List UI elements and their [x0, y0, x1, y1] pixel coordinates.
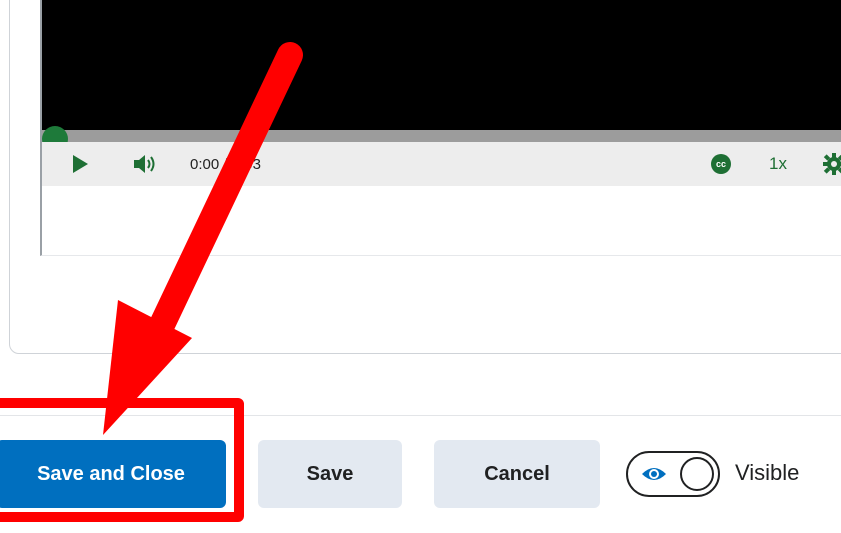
gear-icon[interactable]	[822, 152, 841, 176]
visibility-label: Visible	[735, 460, 800, 485]
save-and-close-button[interactable]: Save and Close	[0, 440, 226, 508]
volume-icon[interactable]	[132, 152, 158, 176]
play-icon[interactable]	[70, 154, 90, 174]
duration: 0:03	[231, 156, 261, 173]
page: 0:00 / 0:03 cc 1x Save and Close Save Ca…	[0, 0, 841, 533]
cancel-button[interactable]: Cancel	[434, 440, 600, 508]
player-controls: 0:00 / 0:03 cc 1x	[42, 142, 841, 186]
progress-bar[interactable]	[42, 130, 841, 142]
save-button[interactable]: Save	[258, 440, 402, 508]
video-area[interactable]	[42, 0, 841, 130]
closed-captions-icon[interactable]: cc	[711, 154, 731, 174]
time-separator: /	[219, 156, 232, 173]
action-bar-divider	[0, 415, 841, 416]
playback-speed-button[interactable]: 1x	[769, 154, 787, 174]
toggle-knob	[680, 457, 714, 491]
visibility-toggle[interactable]	[626, 451, 720, 497]
time-display: 0:00 / 0:03	[190, 156, 261, 173]
eye-icon	[640, 465, 668, 483]
current-time: 0:00	[190, 156, 220, 173]
